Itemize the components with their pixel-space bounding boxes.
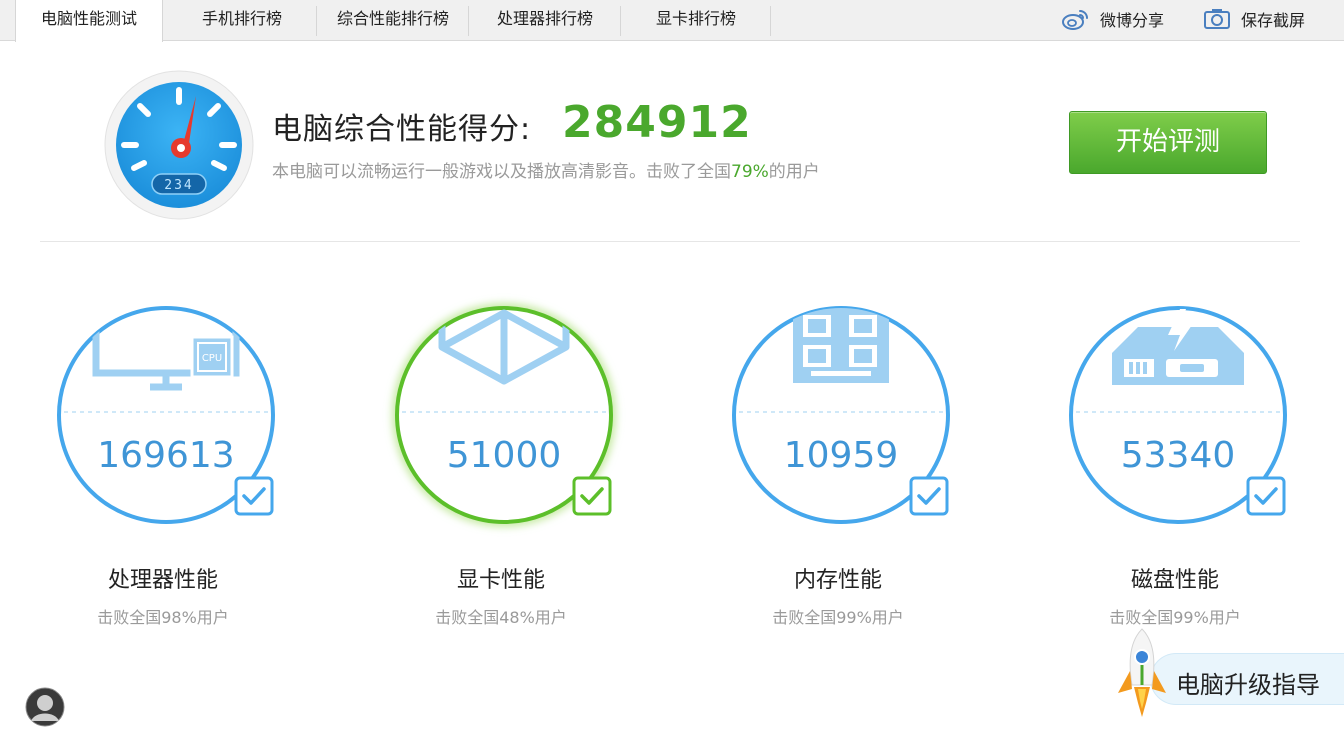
- score-title: 电脑综合性能得分:: [272, 112, 532, 147]
- rocket-icon: [1118, 628, 1166, 717]
- gpu-performance-card[interactable]: 51000 显卡性能 击败全国48%用户: [381, 290, 621, 630]
- gauge-display: 234: [164, 178, 193, 193]
- svg-text:CPU: CPU: [202, 353, 222, 364]
- upgrade-guide-button[interactable]: 电脑升级指导: [1116, 627, 1344, 717]
- score-desc-percent: 79%: [731, 162, 769, 182]
- memory-beat: 击败全国99%用户: [772, 608, 904, 627]
- tab-overall-ranking[interactable]: 综合性能排行榜: [318, 0, 468, 41]
- speedometer-icon: 234: [104, 70, 254, 220]
- overall-score: 284912: [562, 97, 752, 148]
- tab-separator: [468, 6, 469, 36]
- score-desc-suffix: 的用户: [768, 162, 820, 182]
- save-screenshot-button[interactable]: 保存截屏: [1203, 0, 1305, 38]
- check-icon: [234, 476, 274, 516]
- score-desc-prefix: 本电脑可以流畅运行一般游戏以及播放高清影音。击败了全国: [272, 162, 731, 182]
- cpu-score: 169613: [97, 435, 235, 476]
- memory-score: 10959: [783, 435, 899, 476]
- cpu-title: 处理器性能: [107, 568, 218, 593]
- tab-gpu-ranking[interactable]: 显卡排行榜: [622, 0, 770, 41]
- divider: [40, 241, 1300, 242]
- disk-score: 53340: [1120, 435, 1236, 476]
- weibo-share-button[interactable]: 微博分享: [1062, 0, 1164, 38]
- avatar[interactable]: [25, 687, 65, 727]
- disk-performance-card[interactable]: 53340 磁盘性能 击败全国99%用户: [1055, 290, 1295, 630]
- disk-beat: 击败全国99%用户: [1109, 608, 1241, 627]
- gpu-title: 显卡性能: [456, 568, 545, 593]
- upgrade-guide-label: 电脑升级指导: [1176, 671, 1320, 699]
- check-icon: [572, 476, 612, 516]
- tab-bar: 电脑性能测试 手机排行榜 综合性能排行榜 处理器排行榜 显卡排行榜 微博分享 保…: [0, 0, 1344, 42]
- tab-separator: [620, 6, 621, 36]
- score-description: 本电脑可以流畅运行一般游戏以及播放高清影音。击败了全国79%的用户: [272, 157, 820, 182]
- camera-icon: [1204, 9, 1230, 29]
- memory-title: 内存性能: [793, 568, 882, 593]
- tab-cpu-ranking[interactable]: 处理器排行榜: [470, 0, 620, 41]
- tab-separator: [770, 6, 771, 36]
- check-icon: [909, 476, 949, 516]
- cpu-beat: 击败全国98%用户: [97, 608, 229, 627]
- weibo-icon: [1062, 10, 1088, 30]
- tab-pc-test[interactable]: 电脑性能测试: [15, 0, 163, 42]
- disk-title: 磁盘性能: [1130, 568, 1219, 593]
- check-icon: [1246, 476, 1286, 516]
- gpu-score: 51000: [446, 435, 562, 476]
- gpu-beat: 击败全国48%用户: [435, 608, 567, 627]
- tab-separator: [316, 6, 317, 36]
- tab-phone-ranking[interactable]: 手机排行榜: [168, 0, 316, 41]
- save-screenshot-label: 保存截屏: [1241, 11, 1306, 30]
- cpu-performance-card[interactable]: CPU 169613 处理器性能 击败全国98%用户: [43, 290, 283, 630]
- start-test-button[interactable]: 开始评测: [1069, 111, 1267, 174]
- memory-performance-card[interactable]: 10959 内存性能 击败全国99%用户: [718, 290, 958, 630]
- weibo-share-label: 微博分享: [1100, 11, 1165, 30]
